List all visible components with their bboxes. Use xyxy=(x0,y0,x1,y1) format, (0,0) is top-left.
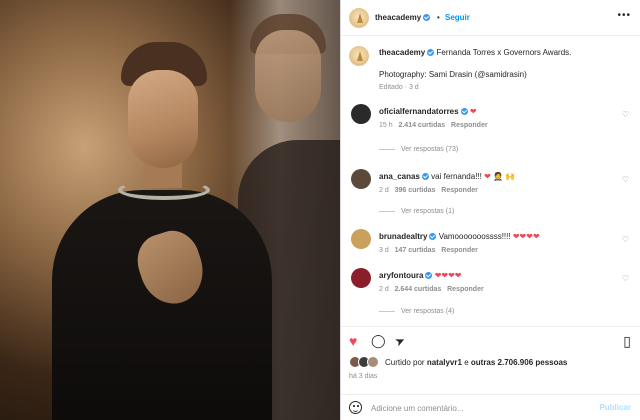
comment-meta: 2 d 2.644 curtidas Responder xyxy=(379,286,484,293)
caption-author-avatar[interactable] xyxy=(349,46,369,66)
reply-button[interactable]: Responder xyxy=(447,286,484,293)
view-replies-text[interactable]: Ver respostas (4) xyxy=(401,308,454,315)
post-actions-bar: ♥ ◯ ➤ ▯ xyxy=(341,326,640,356)
verified-badge-icon xyxy=(421,173,429,180)
comment-body: vai fernanda!!! xyxy=(431,172,482,181)
comment-avatar-oficialfernandatorres[interactable] xyxy=(351,104,371,124)
caption-username-text[interactable]: theacademy xyxy=(379,48,425,57)
add-comment-input[interactable] xyxy=(371,400,591,416)
comment-meta: 2 d 396 curtidas Responder xyxy=(379,187,478,194)
reply-button[interactable]: Responder xyxy=(441,247,478,254)
replies-line xyxy=(379,148,395,150)
oscar-statuette-icon xyxy=(357,51,363,61)
add-comment-bar: Publicar xyxy=(341,394,640,420)
comment-username[interactable]: brunadealtry xyxy=(379,232,427,241)
author-username[interactable]: theacademy xyxy=(375,13,431,22)
more-options-icon[interactable]: ••• xyxy=(617,10,631,21)
view-replies-button[interactable]: Ver respostas (73) xyxy=(379,146,458,153)
comment-likes[interactable]: 2.414 curtidas xyxy=(398,122,445,129)
subject-dress xyxy=(52,190,272,420)
comment-like-heart-icon[interactable]: ♡ xyxy=(622,175,629,184)
comment-avatar-aryfontoura[interactable] xyxy=(351,268,371,288)
comment-text: oficialfernandatorres ❤ xyxy=(379,107,477,116)
comment-time: 2 d xyxy=(379,286,389,293)
liker-avatar[interactable] xyxy=(367,356,379,368)
comment-emoji: ❤ xyxy=(469,107,477,116)
comment-time: 15 h xyxy=(379,122,393,129)
caption-username[interactable]: theacademy xyxy=(379,48,435,57)
comment-like-heart-icon[interactable]: ♡ xyxy=(622,110,629,119)
comment-bubble-icon[interactable]: ◯ xyxy=(371,334,386,348)
comment-like-heart-icon[interactable]: ♡ xyxy=(622,235,629,244)
comment-text: aryfontoura ❤❤❤❤ xyxy=(379,271,462,280)
comment-text: brunadealtry Vamooooooossss!!!! ❤❤❤❤ xyxy=(379,232,540,241)
caption-credit: Photography: Sami Drasin (@samidrasin) xyxy=(379,70,527,79)
verified-badge-icon xyxy=(423,14,431,21)
view-replies-button[interactable]: Ver respostas (4) xyxy=(379,308,454,315)
post-side-panel: theacademy • Seguir ••• theacademy Ferna… xyxy=(340,0,640,420)
caption-meta: Editado · 3 d xyxy=(379,84,419,91)
header-separator: • xyxy=(437,13,440,22)
comment-avatar-ana-canas[interactable] xyxy=(351,169,371,189)
subject-necklace xyxy=(118,180,210,200)
follow-button[interactable]: Seguir xyxy=(445,13,470,22)
comment-avatar-brunadealtry[interactable] xyxy=(351,229,371,249)
verified-badge-icon xyxy=(427,49,435,56)
save-bookmark-icon[interactable]: ▯ xyxy=(623,334,631,348)
comments-scroll-area[interactable]: theacademy Fernanda Torres x Governors A… xyxy=(341,36,640,326)
verified-badge-icon xyxy=(460,108,468,115)
caption: theacademy Fernanda Torres x Governors A… xyxy=(379,47,571,58)
comment-username[interactable]: oficialfernandatorres xyxy=(379,107,459,116)
liker-username[interactable]: natalyvr1 xyxy=(427,358,462,367)
comment-like-heart-icon[interactable]: ♡ xyxy=(622,274,629,283)
like-heart-icon[interactable]: ♥ xyxy=(349,334,357,348)
comment-emoji: ❤❤❤❤ xyxy=(434,271,462,280)
replies-line xyxy=(379,210,395,212)
comment-username[interactable]: ana_canas xyxy=(379,172,420,181)
post-header: theacademy • Seguir ••• xyxy=(341,0,640,36)
view-replies-text[interactable]: Ver respostas (73) xyxy=(401,146,458,153)
likes-text: Curtido por natalyvr1 e outras 2.706.906… xyxy=(385,358,567,367)
view-replies-button[interactable]: Ver respostas (1) xyxy=(379,208,454,215)
verified-badge-icon xyxy=(425,272,433,279)
comment-meta: 3 d 147 curtidas Responder xyxy=(379,247,478,254)
likes-others-link[interactable]: outras 2.706.906 pessoas xyxy=(471,358,568,367)
comment-username[interactable]: aryfontoura xyxy=(379,271,423,280)
share-send-icon[interactable]: ➤ xyxy=(393,333,408,350)
post-photo[interactable] xyxy=(0,0,340,420)
comment-likes[interactable]: 2.644 curtidas xyxy=(395,286,442,293)
post-time-ago: há 3 dias xyxy=(349,373,378,380)
likes-summary: Curtido por natalyvr1 e outras 2.706.906… xyxy=(341,356,640,374)
likes-prefix: Curtido por xyxy=(385,358,425,367)
reply-button[interactable]: Responder xyxy=(451,122,488,129)
replies-line xyxy=(379,310,395,312)
emoji-smiley-icon[interactable] xyxy=(349,401,362,414)
publish-button[interactable]: Publicar xyxy=(599,403,631,412)
comment-time: 2 d xyxy=(379,187,389,194)
comment-likes[interactable]: 396 curtidas xyxy=(395,187,436,194)
author-avatar[interactable] xyxy=(349,8,369,28)
comment-body: Vamooooooossss!!!! xyxy=(438,232,511,241)
caption-title: Fernanda Torres x Governors Awards. xyxy=(436,48,572,57)
likes-conjunction: e xyxy=(464,358,469,367)
author-username-text[interactable]: theacademy xyxy=(375,13,421,22)
comment-emoji: ❤❤❤❤ xyxy=(512,232,540,241)
oscar-statuette-icon xyxy=(357,13,363,23)
verified-badge-icon xyxy=(429,233,437,240)
reply-button[interactable]: Responder xyxy=(441,187,478,194)
instagram-post-view: theacademy • Seguir ••• theacademy Ferna… xyxy=(0,0,640,420)
view-replies-text[interactable]: Ver respostas (1) xyxy=(401,208,454,215)
comment-text: ana_canas vai fernanda!!! ❤ 🤵 🙌 xyxy=(379,172,515,181)
reflection-face xyxy=(255,30,321,122)
comment-time: 3 d xyxy=(379,247,389,254)
subject-face xyxy=(128,70,198,168)
comment-likes[interactable]: 147 curtidas xyxy=(395,247,436,254)
comment-emoji: ❤ 🤵 🙌 xyxy=(484,172,516,181)
comment-meta: 15 h 2.414 curtidas Responder xyxy=(379,122,488,129)
